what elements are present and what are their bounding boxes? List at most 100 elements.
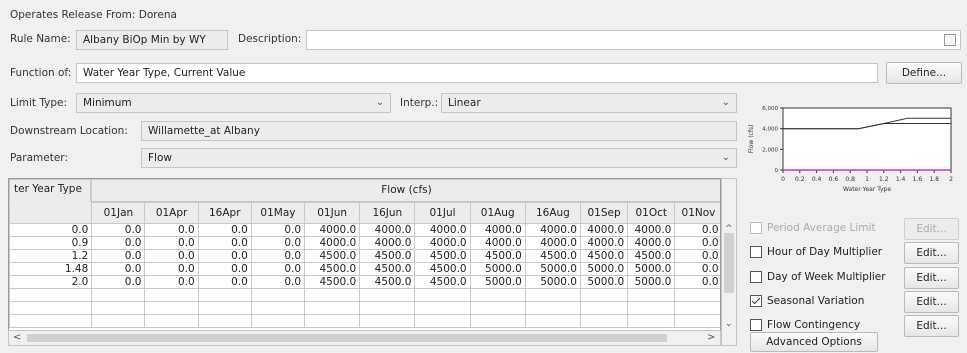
column-header[interactable]: 01Aug <box>469 202 526 224</box>
empty-cell[interactable] <box>197 314 252 328</box>
flow-cell[interactable]: 0.0 <box>674 262 720 276</box>
checkbox-box[interactable] <box>750 271 762 283</box>
flow-contingency-checkbox[interactable]: Flow Contingency <box>750 319 860 331</box>
flow-cell[interactable]: 0.0 <box>197 236 252 250</box>
checkbox-box[interactable] <box>750 295 762 307</box>
empty-cell[interactable] <box>414 301 471 315</box>
empty-cell[interactable] <box>414 288 471 302</box>
flow-cell[interactable]: 0.0 <box>250 275 306 289</box>
empty-cell[interactable] <box>91 288 146 302</box>
vertical-scroll-thumb[interactable] <box>724 233 734 293</box>
flow-cell[interactable]: 0.0 <box>250 236 306 250</box>
column-header[interactable]: 16Aug <box>524 202 581 224</box>
empty-cell[interactable] <box>359 288 416 302</box>
column-header[interactable]: 01Jan <box>91 202 146 224</box>
flow-cell[interactable]: 5000.0 <box>579 262 629 276</box>
flow-cell[interactable]: 4000.0 <box>414 236 471 250</box>
flow-cell[interactable]: 4500.0 <box>414 275 471 289</box>
define-button[interactable]: Define... <box>886 62 962 84</box>
empty-cell[interactable] <box>579 301 629 315</box>
flow-cell[interactable]: 4500.0 <box>304 275 361 289</box>
flow-cell[interactable]: 5000.0 <box>469 262 526 276</box>
advanced-options-button[interactable]: Advanced Options <box>750 332 878 352</box>
empty-cell[interactable] <box>91 301 146 315</box>
flow-cell[interactable]: 4000.0 <box>304 223 361 237</box>
scroll-down-icon[interactable]: ⌄ <box>725 319 733 329</box>
empty-cell[interactable] <box>144 288 199 302</box>
flow-cell[interactable]: 4500.0 <box>524 249 581 263</box>
parameter-select[interactable]: Flow ⌄ <box>141 148 737 168</box>
empty-row[interactable] <box>9 314 720 328</box>
flow-cell[interactable]: 4500.0 <box>469 249 526 263</box>
flow-cell[interactable]: 4000.0 <box>304 236 361 250</box>
empty-row[interactable] <box>9 288 720 302</box>
empty-cell[interactable] <box>9 314 93 328</box>
interp-select[interactable]: Linear ⌄ <box>441 93 737 113</box>
empty-cell[interactable] <box>674 288 720 302</box>
scroll-right-icon[interactable]: > <box>707 332 715 343</box>
empty-cell[interactable] <box>304 314 361 328</box>
flow-cell[interactable]: 5000.0 <box>524 275 581 289</box>
column-header[interactable]: 01Jul <box>414 202 471 224</box>
description-expand-icon[interactable] <box>944 34 956 46</box>
column-header[interactable]: 01Nov <box>674 202 720 224</box>
flow-cell[interactable]: 4500.0 <box>304 262 361 276</box>
empty-cell[interactable] <box>9 288 93 302</box>
flow-cell[interactable]: 0.0 <box>197 249 252 263</box>
empty-cell[interactable] <box>304 301 361 315</box>
flow-cell[interactable]: 0.0 <box>91 249 146 263</box>
checkbox-box[interactable] <box>750 246 762 258</box>
day-of-week-multiplier-checkbox[interactable]: Day of Week Multiplier <box>750 271 886 283</box>
flow-cell[interactable]: 4000.0 <box>627 223 676 237</box>
flow-cell[interactable]: 0.0 <box>91 236 146 250</box>
empty-cell[interactable] <box>579 288 629 302</box>
empty-cell[interactable] <box>359 314 416 328</box>
empty-cell[interactable] <box>9 301 93 315</box>
flow-cell[interactable]: 4500.0 <box>359 262 416 276</box>
flow-cell[interactable]: 4000.0 <box>414 223 471 237</box>
flow-cell[interactable]: 5000.0 <box>627 262 676 276</box>
empty-cell[interactable] <box>524 288 581 302</box>
flow-cell[interactable]: 0.0 <box>250 262 306 276</box>
function-of-field[interactable]: Water Year Type, Current Value <box>76 63 878 83</box>
flow-cell[interactable]: 0.0 <box>197 223 252 237</box>
day-of-week-edit-button[interactable]: Edit... <box>904 267 959 289</box>
empty-cell[interactable] <box>524 314 581 328</box>
empty-cell[interactable] <box>627 314 676 328</box>
description-field[interactable] <box>306 30 961 50</box>
table-row[interactable]: 1.2 0.0 0.0 0.0 0.0 4500.0 4500.0 4500.0 4500.0 4… <box>9 249 720 263</box>
flow-cell[interactable]: 0.0 <box>674 223 720 237</box>
flow-cell[interactable]: 0.0 <box>674 236 720 250</box>
table-row[interactable]: 0.0 0.0 0.0 0.0 0.0 4000.0 4000.0 4000.0 4000.0 4… <box>9 223 720 237</box>
rule-name-field[interactable]: Albany BiOp Min by WY <box>76 30 228 50</box>
flow-cell[interactable]: 5000.0 <box>579 275 629 289</box>
empty-cell[interactable] <box>304 288 361 302</box>
empty-cell[interactable] <box>674 314 720 328</box>
vertical-scrollbar[interactable]: ^ ⌄ <box>721 178 737 346</box>
empty-cell[interactable] <box>359 301 416 315</box>
seasonal-variation-checkbox[interactable]: Seasonal Variation <box>750 295 864 307</box>
column-header[interactable]: 01May <box>250 202 306 224</box>
flow-cell[interactable]: 4500.0 <box>359 249 416 263</box>
empty-cell[interactable] <box>144 314 199 328</box>
horizontal-scrollbar[interactable]: < > <box>8 330 721 346</box>
empty-cell[interactable] <box>674 301 720 315</box>
flow-cell[interactable]: 4000.0 <box>469 223 526 237</box>
table-row[interactable]: 1.48 0.0 0.0 0.0 0.0 4500.0 4500.0 4500.0 5000.0… <box>9 262 720 276</box>
row-key-cell[interactable]: 0.9 <box>9 236 93 250</box>
empty-cell[interactable] <box>144 301 199 315</box>
empty-cell[interactable] <box>91 314 146 328</box>
flow-cell[interactable]: 0.0 <box>674 249 720 263</box>
scroll-left-icon[interactable]: < <box>13 332 21 343</box>
hour-of-day-edit-button[interactable]: Edit... <box>904 242 959 264</box>
empty-cell[interactable] <box>627 301 676 315</box>
column-header[interactable]: 01Sep <box>579 202 629 224</box>
flow-cell[interactable]: 0.0 <box>250 223 306 237</box>
flow-cell[interactable]: 5000.0 <box>524 262 581 276</box>
row-key-cell[interactable]: 2.0 <box>9 275 93 289</box>
flow-cell[interactable]: 0.0 <box>91 223 146 237</box>
flow-cell[interactable]: 0.0 <box>91 275 146 289</box>
flow-contingency-edit-button[interactable]: Edit... <box>904 315 959 337</box>
row-key-cell[interactable]: 1.48 <box>9 262 93 276</box>
flow-cell[interactable]: 5000.0 <box>469 275 526 289</box>
